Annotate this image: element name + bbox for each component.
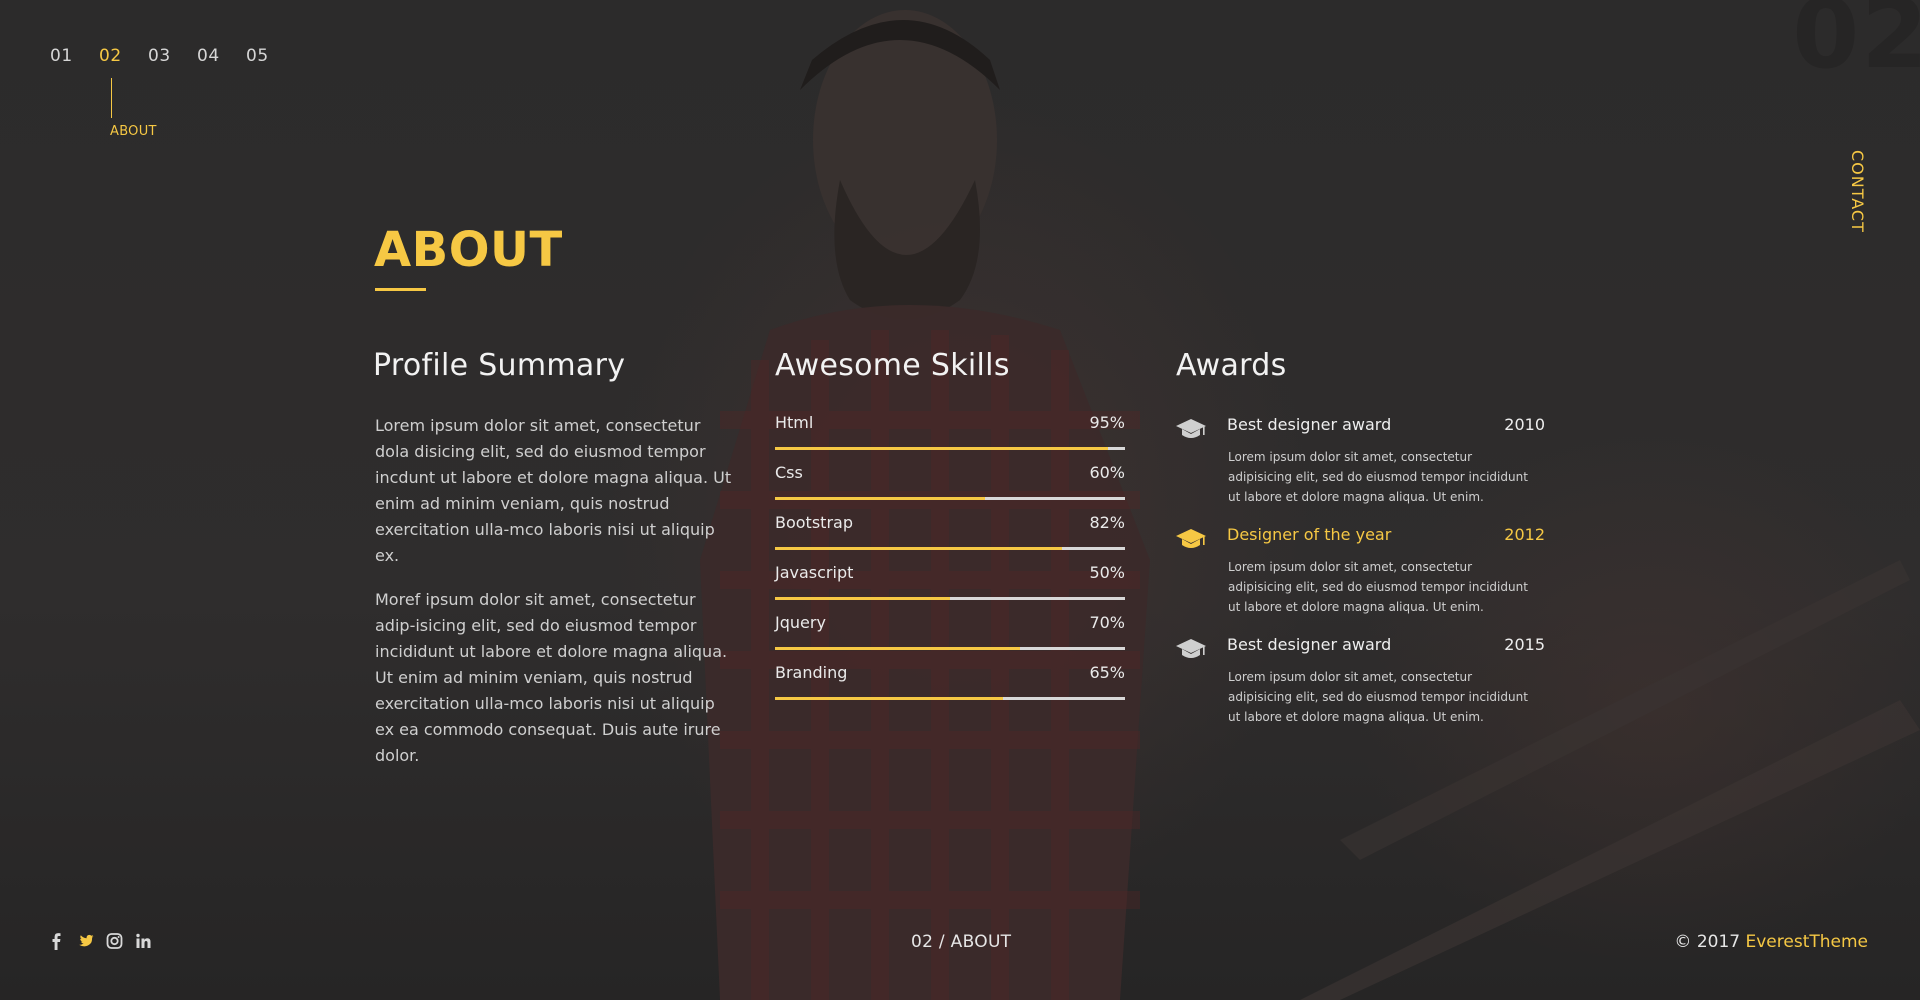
skill-percent: 60%: [1089, 463, 1125, 482]
skill-bar-fill: [775, 647, 1020, 650]
skill-name: Html: [775, 413, 814, 432]
award-item: Designer of the year 2012 Lorem ipsum do…: [1175, 523, 1545, 633]
section-number-watermark: 02: [1792, 0, 1920, 90]
twitter-icon[interactable]: [77, 932, 94, 950]
title-underline: [375, 288, 426, 291]
skill-name: Css: [775, 463, 803, 482]
graduation-cap-icon: [1176, 639, 1206, 658]
award-description: Lorem ipsum dolor sit amet, consectetur …: [1228, 670, 1528, 724]
skill-percent: 95%: [1089, 413, 1125, 432]
profile-summary: Lorem ipsum dolor sit amet, consectetur …: [375, 413, 737, 787]
instagram-icon[interactable]: [106, 932, 123, 950]
skill-percent: 70%: [1089, 613, 1125, 632]
skill-bar-fill: [775, 497, 985, 500]
nav-item-04[interactable]: 04: [197, 46, 246, 66]
nav-active-indicator: [111, 78, 112, 118]
nav-item-03[interactable]: 03: [148, 46, 197, 66]
skill-percent: 82%: [1089, 513, 1125, 532]
award-description: Lorem ipsum dolor sit amet, consectetur …: [1228, 560, 1528, 614]
award-name: Best designer award: [1227, 415, 1392, 434]
award-item: Best designer award 2010 Lorem ipsum dol…: [1175, 413, 1545, 523]
nav-item-01[interactable]: 01: [50, 46, 99, 66]
award-year: 2015: [1504, 635, 1545, 654]
skill-name: Javascript: [775, 563, 854, 582]
nav-item-02[interactable]: 02: [99, 46, 148, 66]
skill-bar-track: [775, 497, 1125, 500]
skill-bar-track: [775, 447, 1125, 450]
profile-paragraph-1: Lorem ipsum dolor sit amet, consectetur …: [375, 416, 732, 565]
award-name: Designer of the year: [1227, 525, 1392, 544]
facebook-icon[interactable]: [48, 932, 65, 950]
graduation-cap-icon: [1176, 529, 1206, 548]
profile-paragraph-2: Moref ipsum dolor sit amet, consectetur …: [375, 590, 728, 765]
linkedin-icon[interactable]: [135, 932, 152, 950]
award-description: Lorem ipsum dolor sit amet, consectetur …: [1228, 450, 1528, 504]
nav-active-label: ABOUT: [110, 124, 157, 139]
contact-link[interactable]: CONTACT: [1848, 150, 1867, 233]
skills-heading: Awesome Skills: [775, 348, 1010, 383]
skill-item: Css 60%: [775, 463, 1125, 513]
skill-bar-fill: [775, 597, 950, 600]
skill-item: Jquery 70%: [775, 613, 1125, 663]
skill-bar-track: [775, 547, 1125, 550]
award-year: 2010: [1504, 415, 1545, 434]
page-indicator: 02 / ABOUT: [911, 932, 1012, 952]
skill-bar-fill: [775, 697, 1003, 700]
nav-item-05[interactable]: 05: [246, 46, 295, 66]
award-year: 2012: [1504, 525, 1545, 544]
awards-list: Best designer award 2010 Lorem ipsum dol…: [1175, 413, 1545, 743]
brand-link[interactable]: EverestTheme: [1746, 932, 1869, 952]
skill-item: Branding 65%: [775, 663, 1125, 713]
award-item: Best designer award 2015 Lorem ipsum dol…: [1175, 633, 1545, 743]
skill-bar-track: [775, 597, 1125, 600]
skill-bar-fill: [775, 547, 1062, 550]
graduation-cap-icon: [1176, 419, 1206, 438]
skill-name: Branding: [775, 663, 848, 682]
skill-bar-track: [775, 647, 1125, 650]
skills-list: Html 95% Css 60% Bootstrap 82% Javascript 50…: [775, 413, 1125, 713]
copyright-text: © 2017: [1674, 932, 1741, 952]
skill-bar-track: [775, 697, 1125, 700]
skill-item: Html 95%: [775, 413, 1125, 463]
page-title: ABOUT: [374, 222, 563, 278]
profile-heading: Profile Summary: [373, 348, 626, 383]
copyright: © 2017 EverestTheme: [1674, 932, 1868, 952]
skill-percent: 50%: [1089, 563, 1125, 582]
skill-percent: 65%: [1089, 663, 1125, 682]
section-nav: 01 02 03 04 05: [50, 46, 295, 66]
skill-item: Javascript 50%: [775, 563, 1125, 613]
skill-name: Jquery: [775, 613, 826, 632]
social-links: [48, 932, 152, 950]
skill-bar-fill: [775, 447, 1108, 450]
awards-heading: Awards: [1176, 348, 1287, 383]
skill-name: Bootstrap: [775, 513, 853, 532]
award-name: Best designer award: [1227, 635, 1392, 654]
skill-item: Bootstrap 82%: [775, 513, 1125, 563]
